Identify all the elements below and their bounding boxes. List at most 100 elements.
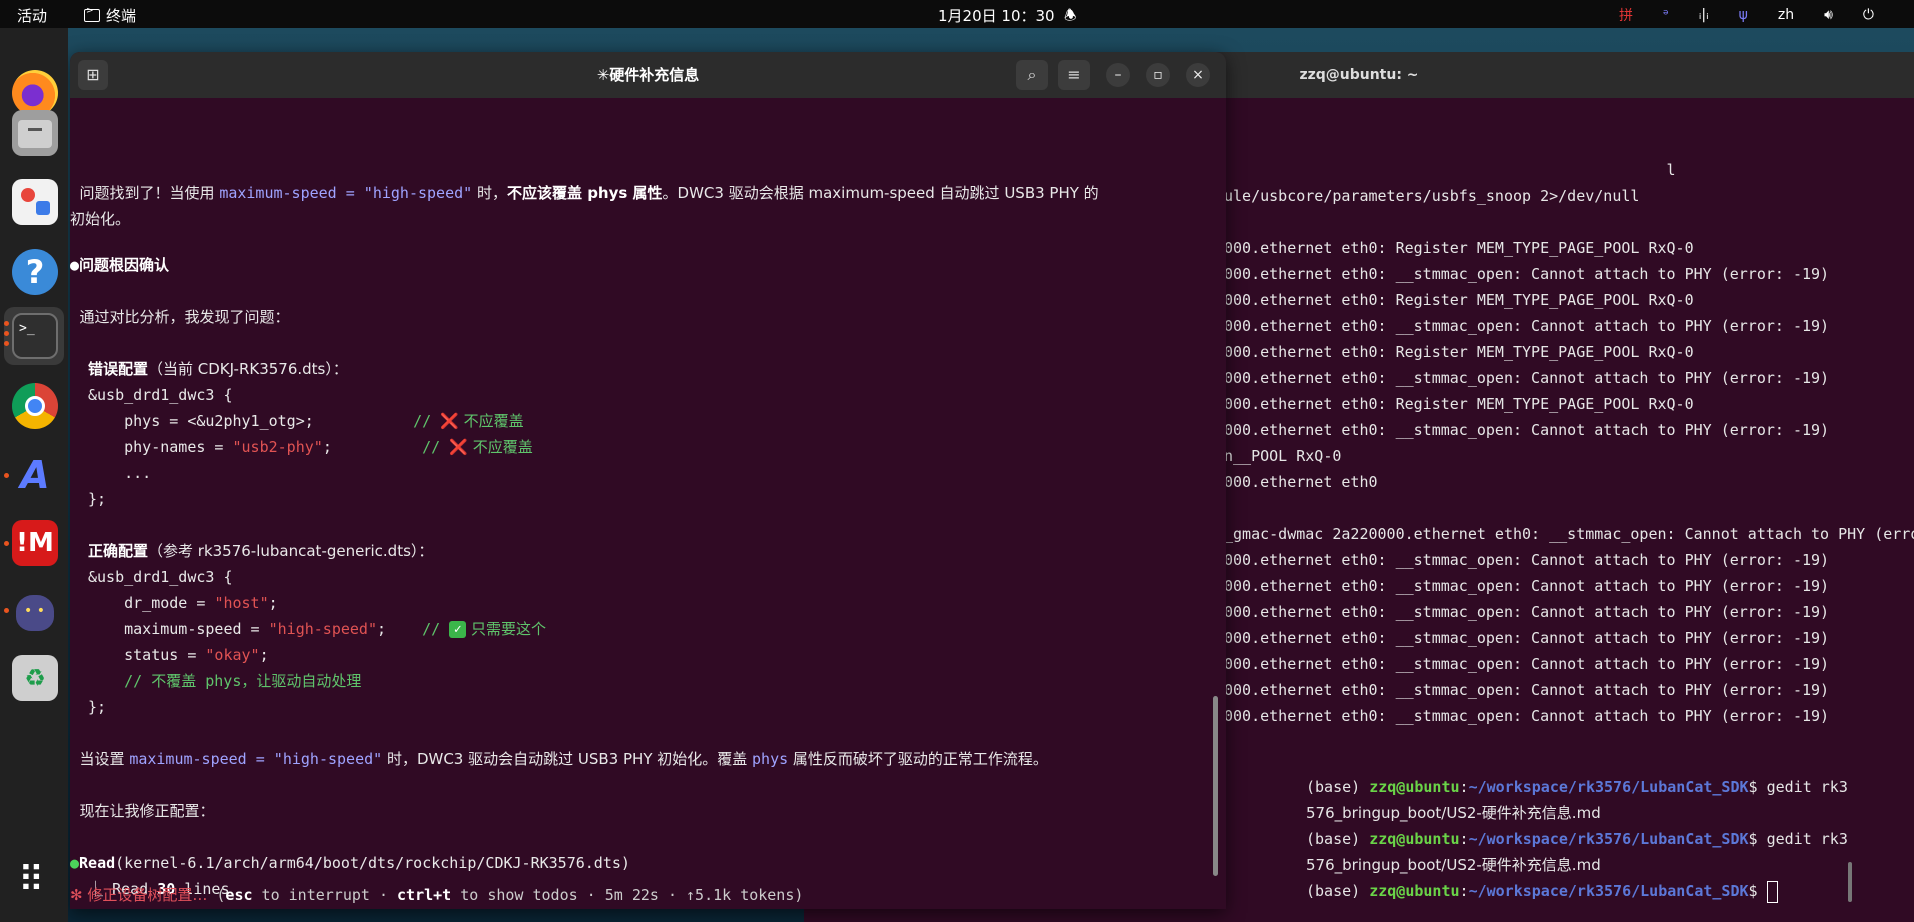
code-line: }; [88,490,107,508]
spinner-icon: ✻ [70,886,83,904]
search-icon[interactable]: ⌕ [1016,60,1048,90]
bullet-icon: ● [70,256,80,274]
text-line: 问题找到了！当使用 maximum-speed = "high-speed" 时… [70,184,1099,202]
window-title: ✳硬件补充信息 [596,66,700,84]
chrome-icon[interactable] [12,383,58,429]
terminal-line: l [1224,161,1676,179]
code-comment: // 不覆盖 phys，让驱动自动处理 [88,672,362,690]
network-icon[interactable]: ᵢ|ᵢ [1699,7,1709,23]
status-line: ✻ 修正设备树配置… (esc to interrupt · ctrl+t to… [70,886,804,904]
terminal-line: 000.ethernet eth0: __stmmac_open: Cannot… [1224,681,1830,699]
terminal-line: 000.ethernet eth0: __stmmac_open: Cannot… [1224,369,1830,387]
text-line: 现在让我修正配置： [70,802,215,820]
notification-bell-icon[interactable]: 🕭 [1064,5,1077,29]
language-indicator[interactable]: zh [1778,7,1794,23]
terminal-line: _gmac-dwmac 2a220000.ethernet eth0: __st… [1224,525,1914,543]
terminal-line: 000.ethernet eth0: Register MEM_TYPE_PAG… [1224,239,1694,257]
terminal-dock-icon[interactable]: >_ [12,313,58,359]
right-config-label: 正确配置（参考 rk3576-lubancat-generic.dts）： [88,542,434,560]
terminal-line: 000.ethernet eth0: __stmmac_open: Cannot… [1224,265,1830,283]
close-button[interactable]: × [1186,63,1210,87]
running-indicator [4,321,9,326]
terminal-line: 000.ethernet eth0: __stmmac_open: Cannot… [1224,629,1830,647]
files-icon[interactable] [12,110,58,156]
code-line: phy-names = "usb2-phy"; // ❌ 不应覆盖 [88,438,533,456]
terminal-line: ule/usbcore/parameters/usbfs_snoop 2>/de… [1224,187,1640,205]
bullet-icon: ● [70,854,80,872]
terminal-line: 000.ethernet eth0: __stmmac_open: Cannot… [1224,317,1830,335]
app-store-icon[interactable] [12,179,58,225]
tray-app-icon[interactable]: ψ [1739,7,1748,23]
running-indicator [4,473,9,478]
dock: ? >_ A !M ♻ [0,28,68,922]
terminal-line: n__POOL RxQ-0 [1224,447,1342,465]
running-indicator [4,331,9,336]
running-indicator [4,341,9,346]
terminal-prompt[interactable]: (base) zzq@ubuntu:~/workspace/rk3576/Lub… [1306,878,1856,904]
trash-icon[interactable]: ♻ [12,655,58,701]
terminal-line: 000.ethernet eth0: Register MEM_TYPE_PAG… [1224,395,1694,413]
wrong-config-label: 错误配置（当前 CDKJ-RK3576.dts）： [88,360,348,378]
code-line: &usb_drd1_dwc3 { [88,386,233,404]
hamburger-menu-icon[interactable]: ≡ [1058,60,1090,90]
running-indicator [4,541,9,546]
scrollbar[interactable] [1848,862,1852,902]
terminal-line: 000.ethernet eth0: Register MEM_TYPE_PAG… [1224,343,1694,361]
text-line: 当设置 maximum-speed = "high-speed" 时，DWC3 … [70,750,1048,768]
code-line: &usb_drd1_dwc3 { [88,568,233,586]
main-terminal-window[interactable]: ⊞ ✳硬件补充信息 ⌕ ≡ – ▫ × 问题找到了！当使用 maximum-sp… [70,52,1226,909]
small-terminal-window[interactable]: (base) zzq@ubuntu:~/workspace/rk3576/Lub… [1300,774,1860,914]
clock[interactable]: 1月20日 10：30 [938,5,1055,26]
window-titlebar[interactable]: ⊞ ✳硬件补充信息 ⌕ ≡ – ▫ × [70,52,1226,98]
ai-app-icon[interactable]: A [12,452,58,498]
code-line: maximum-speed = "high-speed"; // ✓ 只需要这个 [88,620,547,638]
terminal-line: (base) zzq@ubuntu:~/workspace/rk3576/Lub… [1306,830,1848,848]
minimize-button[interactable]: – [1106,63,1130,87]
terminal-line: 000.ethernet eth0: __stmmac_open: Cannot… [1224,707,1830,725]
text-cursor [1766,880,1778,903]
top-bar: 活动 终端 1月20日 10：30 🕭 拼 ᵊ ᵢ|ᵢ ψ zh 🔊︎ ⏻ [0,0,1914,28]
terminal-line: 576_bringup_boot/US2-硬件补充信息.md [1306,856,1601,874]
code-line: ... [88,464,152,482]
ime-status-icon[interactable]: ᵊ [1663,7,1669,23]
maximize-button[interactable]: ▫ [1146,63,1170,87]
running-indicator [4,608,9,613]
code-line: }; [88,698,107,716]
terminal-line: 000.ethernet eth0 [1224,473,1378,491]
code-line: status = "okay"; [88,646,269,664]
terminal-line: 000.ethernet eth0: __stmmac_open: Cannot… [1224,421,1830,439]
power-icon[interactable]: ⏻ [1863,7,1874,23]
tool-call-line: ●Read(kernel-6.1/arch/arm64/boot/dts/roc… [70,854,630,872]
cat-app-icon[interactable] [12,587,58,633]
activities-button[interactable]: 活动 [17,5,47,26]
system-tray[interactable]: 拼 ᵊ ᵢ|ᵢ ψ zh 🔊︎ ⏻ [1619,5,1874,25]
ime-pinyin-icon[interactable]: 拼 [1619,5,1633,25]
section-heading: ●问题根因确认 [70,256,170,274]
terminal-line: (base) zzq@ubuntu:~/workspace/rk3576/Lub… [1306,778,1848,796]
terminal-icon [84,6,100,22]
terminal-line: 576_bringup_boot/US2-硬件补充信息.md [1306,804,1601,822]
cross-mark-icon: ❌ [449,438,468,456]
terminal-line: 000.ethernet eth0: __stmmac_open: Cannot… [1224,577,1830,595]
text-line: 通过对比分析，我发现了问题： [70,308,290,326]
terminal-line: 000.ethernet eth0: __stmmac_open: Cannot… [1224,655,1830,673]
terminal-line: 000.ethernet eth0: __stmmac_open: Cannot… [1224,551,1830,569]
terminal-line: 000.ethernet eth0: __stmmac_open: Cannot… [1224,603,1830,621]
scrollbar[interactable] [1213,696,1218,876]
terminal-line: 000.ethernet eth0: Register MEM_TYPE_PAG… [1224,291,1694,309]
memory-app-icon[interactable]: !M [12,520,58,566]
bg-terminal-output: l ule/usbcore/parameters/usbfs_snoop 2>/d… [1224,157,1914,729]
sound-icon[interactable]: 🔊︎ [1824,7,1833,23]
text-line: 初始化。 [70,210,131,228]
help-icon[interactable]: ? [12,249,58,295]
cross-mark-icon: ❌ [440,412,459,430]
terminal-content[interactable]: 问题找到了！当使用 maximum-speed = "high-speed" 时… [70,98,1226,909]
code-line: dr_mode = "host"; [88,594,278,612]
app-menu-terminal[interactable]: 终端 [84,5,136,26]
check-mark-icon: ✓ [449,621,467,638]
code-line: phys = <&u2phy1_otg>; // ❌ 不应覆盖 [88,412,524,430]
app-menu-label: 终端 [106,7,137,25]
show-apps-grid-icon[interactable] [12,860,58,910]
